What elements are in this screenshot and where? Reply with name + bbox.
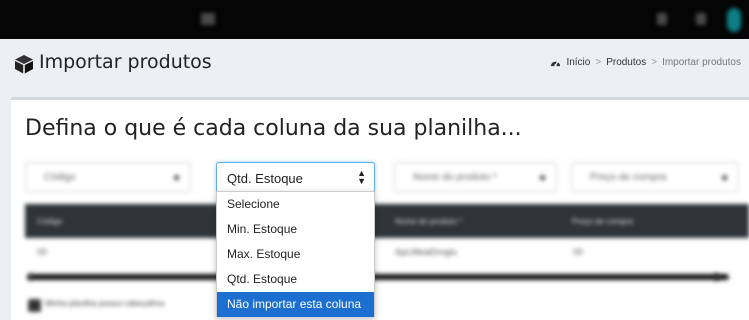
select-arrows-icon: ◆ xyxy=(539,172,546,182)
header-checkbox-label: Minha planilha possui cabeçalhos xyxy=(45,299,165,308)
mapping-heading: Defina o que é cada coluna da sua planil… xyxy=(25,116,522,141)
column-dropdown-list: Selecione Min. Estoque Max. Estoque Qtd.… xyxy=(216,191,375,317)
table-header-cell: Preço de compra xyxy=(572,217,633,226)
scroll-right-arrow[interactable] xyxy=(715,272,720,282)
horizontal-scrollbar[interactable] xyxy=(29,274,729,280)
table-header-cell: Código xyxy=(37,217,63,226)
column-select-2[interactable]: Qtd. Estoque ▲ ▼ xyxy=(216,162,375,193)
dropdown-option[interactable]: Selecione xyxy=(217,192,374,217)
breadcrumb-separator: > xyxy=(651,57,658,68)
column-select-value: Nome do produto * xyxy=(413,172,497,183)
import-box: Defina o que é cada coluna da sua planil… xyxy=(11,97,749,320)
breadcrumb-separator: > xyxy=(595,57,602,68)
select-arrows-icon: ▲ ▼ xyxy=(357,168,366,186)
dropdown-option[interactable]: Max. Estoque xyxy=(217,242,374,267)
page-title: Importar produtos xyxy=(39,51,212,73)
dropdown-option-highlighted[interactable]: Não importar esta coluna xyxy=(217,292,374,317)
table-cell: 00 xyxy=(37,247,48,257)
select-arrows-icon: ◆ xyxy=(721,172,728,182)
breadcrumb-current: Importar produtos xyxy=(662,57,741,68)
breadcrumb-home-link[interactable]: Início xyxy=(566,57,590,68)
settings-icon[interactable] xyxy=(696,13,706,25)
breadcrumb-parent-link[interactable]: Produtos xyxy=(606,57,646,68)
column-select-3[interactable]: Nome do produto * ◆ xyxy=(394,162,557,192)
select-arrows-icon: ◆ xyxy=(173,172,180,182)
notification-icon[interactable] xyxy=(657,13,667,25)
column-select-value: Preço de compra xyxy=(590,172,667,183)
dropdown-option[interactable]: Min. Estoque xyxy=(217,217,374,242)
top-navbar xyxy=(0,0,749,39)
content-header: Importar produtos Início > Produtos > Im… xyxy=(0,39,749,89)
table-header-cell: Nome do produto * xyxy=(395,217,463,226)
menu-icon[interactable] xyxy=(201,13,215,25)
breadcrumb: Início > Produtos > Importar produtos xyxy=(550,57,741,68)
table-header-row: Código Nome do produto * Preço de compra xyxy=(25,204,749,238)
user-avatar[interactable] xyxy=(727,8,741,32)
dashboard-icon xyxy=(551,61,561,67)
table-cell: ApLMeiaDrogiu xyxy=(395,247,458,257)
table-cell: 00 xyxy=(573,247,584,257)
header-checkbox[interactable] xyxy=(28,299,41,312)
column-select-1[interactable]: Código ◆ xyxy=(25,162,191,192)
column-select-value: Qtd. Estoque xyxy=(227,171,303,186)
column-select-value: Código xyxy=(44,172,76,183)
cube-icon xyxy=(15,55,33,74)
column-select-4[interactable]: Preço de compra ◆ xyxy=(571,162,739,192)
dropdown-option[interactable]: Qtd. Estoque xyxy=(217,267,374,292)
